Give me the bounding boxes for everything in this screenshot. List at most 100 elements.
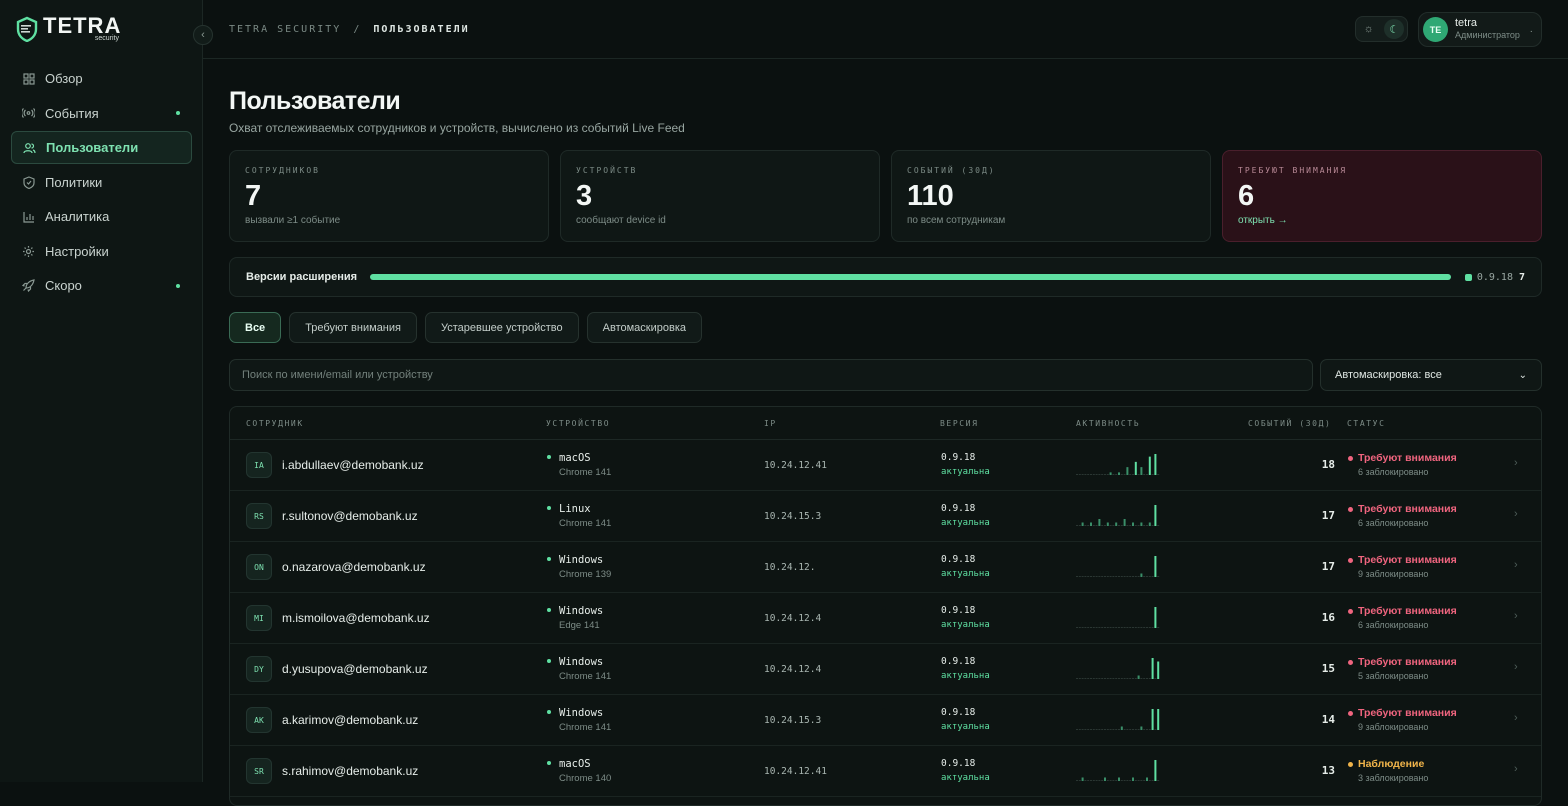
moon-icon[interactable]: ☾	[1384, 19, 1405, 39]
user-initials-avatar: MI	[246, 605, 272, 631]
sidebar-item-overview[interactable]: Обзор	[11, 62, 192, 95]
version-legend-count: 7	[1518, 271, 1525, 283]
device-browser: Chrome 141	[559, 722, 612, 733]
user-email[interactable]: o.nazarova@demobank.uz	[282, 560, 426, 574]
table-row[interactable]: DY d.yusupova@demobank.uz Windows Chrome 14…	[230, 644, 1541, 695]
activity-bar	[1098, 678, 1101, 679]
stat-label: СОБЫТИЙ (30Д)	[907, 166, 996, 175]
status-blocked-count: 6 заблокировано	[1358, 467, 1429, 477]
activity-bar	[1092, 729, 1095, 730]
sidebar-item-analytics[interactable]: Аналитика	[11, 200, 192, 233]
chevron-right-icon[interactable]: ›	[1514, 661, 1518, 673]
tab-0[interactable]: Все	[229, 312, 282, 343]
sidebar-item-settings[interactable]: Настройки	[11, 235, 192, 268]
sun-icon[interactable]: ☼	[1359, 19, 1379, 39]
stat-card: СОТРУДНИКОВ 7 вызвали ≥1 событие	[229, 150, 549, 242]
activity-bar	[1095, 627, 1098, 628]
user-name: tetra	[1455, 17, 1478, 29]
device-browser: Chrome 141	[559, 518, 612, 529]
activity-bar	[1132, 576, 1134, 577]
activity-bar	[1087, 678, 1090, 679]
table-row[interactable]: MI m.ismoilova@demobank.uz Windows Edge 141…	[230, 593, 1541, 644]
more-icon: ·	[1529, 26, 1533, 37]
user-email[interactable]: s.rahimov@demobank.uz	[282, 764, 418, 778]
notification-dot	[176, 111, 180, 115]
status-label: Требуют внимания	[1358, 605, 1457, 617]
broadcast-icon	[22, 107, 35, 120]
activity-bar	[1126, 525, 1129, 526]
activity-bar	[1120, 678, 1123, 679]
activity-bar	[1157, 661, 1160, 679]
activity-bar	[1087, 627, 1090, 628]
activity-bar	[1115, 729, 1118, 730]
sidebar-item-users[interactable]: Пользователи	[11, 131, 192, 164]
sidebar-item-label: События	[45, 105, 99, 121]
activity-bar	[1101, 627, 1104, 628]
status-label: Требуют внимания	[1358, 707, 1457, 719]
event-count: 15	[1321, 662, 1335, 675]
automask-filter-select[interactable]: Автомаскировка: все ⌄	[1320, 359, 1542, 391]
theme-toggle[interactable]: ☼ ☾	[1355, 16, 1408, 42]
user-email[interactable]: i.abdullaev@demobank.uz	[282, 458, 424, 472]
activity-bar	[1115, 522, 1118, 526]
users-icon	[23, 141, 36, 154]
logo[interactable]: TETRA security	[15, 15, 120, 42]
user-initials-avatar: DY	[246, 656, 272, 682]
user-email[interactable]: r.sultonov@demobank.uz	[282, 509, 418, 523]
activity-bar	[1148, 729, 1151, 730]
search-input[interactable]	[229, 359, 1313, 391]
chevron-right-icon[interactable]: ›	[1514, 457, 1518, 469]
status-dot	[1348, 609, 1353, 614]
activity-bar	[1098, 474, 1101, 475]
chevron-right-icon[interactable]: ›	[1514, 508, 1518, 520]
activity-bar	[1129, 729, 1132, 730]
device-os: macOS	[559, 758, 591, 770]
activity-bar	[1090, 780, 1092, 781]
tab-2[interactable]: Устаревшее устройство	[424, 312, 579, 343]
activity-bar	[1101, 576, 1104, 577]
user-email[interactable]: d.yusupova@demobank.uz	[282, 662, 428, 676]
activity-bar	[1143, 729, 1146, 730]
table-row[interactable]: AK a.karimov@demobank.uz Windows Chrome 141…	[230, 695, 1541, 746]
tab-1[interactable]: Требуют внимания	[289, 312, 417, 343]
version-status: актуальна	[941, 722, 990, 732]
device-online-dot	[547, 608, 551, 612]
status-label: Требуют внимания	[1358, 554, 1457, 566]
page-subtitle: Охват отслеживаемых сотрудников и устрой…	[229, 121, 685, 135]
chevron-right-icon[interactable]: ›	[1514, 763, 1518, 775]
chevron-right-icon[interactable]: ›	[1514, 559, 1518, 571]
tab-3[interactable]: Автомаскировка	[586, 312, 702, 343]
activity-bar	[1106, 780, 1109, 781]
chevron-right-icon[interactable]: ›	[1514, 712, 1518, 724]
activity-bar	[1106, 522, 1109, 526]
activity-bar	[1123, 627, 1126, 628]
sidebar-nav: Обзор События Пользователи Политики Аналитик…	[11, 62, 192, 304]
bar-chart-icon	[22, 210, 35, 223]
sidebar-item-soon[interactable]: Скоро	[11, 269, 192, 302]
activity-bar	[1154, 505, 1157, 526]
activity-bar	[1148, 627, 1151, 628]
breadcrumb-root[interactable]: TETRA SECURITY	[229, 24, 341, 35]
activity-bar	[1095, 729, 1098, 730]
activity-bar	[1146, 576, 1148, 577]
user-menu[interactable]: TE tetra Администратор ·	[1418, 12, 1542, 47]
device-online-dot	[547, 506, 551, 510]
chevron-right-icon[interactable]: ›	[1514, 610, 1518, 622]
device-online-dot	[547, 557, 551, 561]
activity-bar	[1140, 467, 1143, 475]
stat-value: 3	[576, 180, 593, 212]
collapse-sidebar-button[interactable]: ‹	[193, 25, 213, 45]
table-row[interactable]: SR s.rahimov@demobank.uz macOS Chrome 140 10…	[230, 746, 1541, 797]
stat-card: УСТРОЙСТВ 3 сообщают device id	[560, 150, 880, 242]
user-email[interactable]: m.ismoilova@demobank.uz	[282, 611, 430, 625]
table-row[interactable]: IA i.abdullaev@demobank.uz macOS Chrome 141…	[230, 440, 1541, 491]
user-email[interactable]: a.karimov@demobank.uz	[282, 713, 418, 727]
table-row[interactable]: ON o.nazarova@demobank.uz Windows Chrome 13…	[230, 542, 1541, 593]
sidebar-item-policies[interactable]: Политики	[11, 166, 192, 199]
stat-card[interactable]: ТРЕБУЮТ ВНИМАНИЯ 6 открыть →	[1222, 150, 1542, 242]
activity-bar	[1129, 474, 1132, 475]
sidebar-item-events[interactable]: События	[11, 97, 192, 130]
table-row[interactable]: RS r.sultonov@demobank.uz Linux Chrome 141 1…	[230, 491, 1541, 542]
stat-subtext[interactable]: открыть →	[1238, 215, 1526, 226]
activity-bar	[1115, 474, 1118, 475]
